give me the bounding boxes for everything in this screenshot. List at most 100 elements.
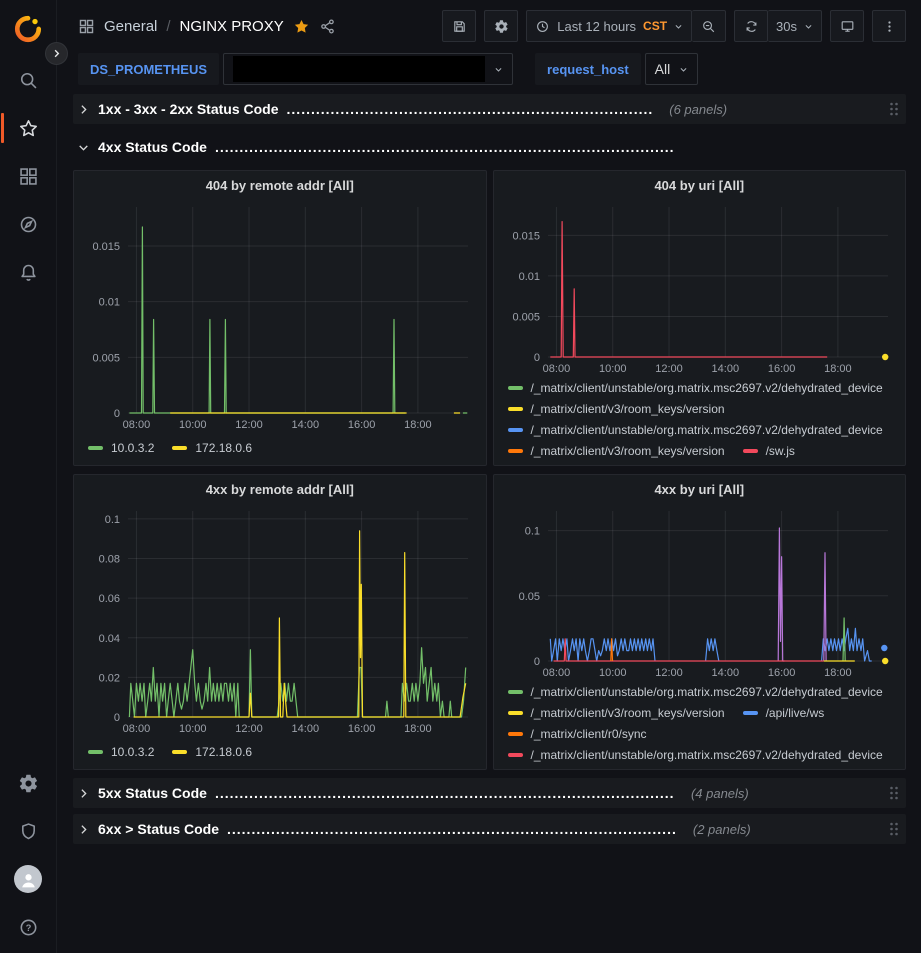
timeseries-chart[interactable]: 08:0010:0012:0014:0016:0018:0000.0050.01… [82, 199, 478, 433]
panel-title[interactable]: 404 by uri [All] [502, 173, 898, 199]
breadcrumb-section[interactable]: General [104, 18, 157, 35]
svg-text:16:00: 16:00 [767, 667, 795, 679]
series-color-swatch [508, 753, 523, 757]
svg-text:12:00: 12:00 [655, 363, 683, 375]
refresh-icon [744, 19, 759, 34]
legend-row: /_matrix/client/unstable/org.matrix.msc2… [508, 681, 898, 702]
row-title: 4xx Status Code [98, 139, 207, 155]
timeseries-chart[interactable]: 08:0010:0012:0014:0016:0018:0000.0050.01… [502, 199, 898, 377]
row-header-6xx[interactable]: 6xx > Status Code ......................… [73, 814, 906, 844]
sidebar-item-server-admin[interactable] [8, 807, 48, 855]
sidebar-item-dashboards[interactable] [8, 152, 48, 200]
svg-text:0.015: 0.015 [512, 230, 540, 242]
svg-text:08:00: 08:00 [123, 723, 151, 735]
row-panel-count: (6 panels) [669, 102, 727, 117]
save-icon [452, 19, 467, 34]
svg-text:18:00: 18:00 [824, 667, 852, 679]
panel-title[interactable]: 4xx by uri [All] [502, 477, 898, 503]
legend-item[interactable]: /_matrix/client/v3/room_keys/version [508, 444, 725, 458]
legend-item[interactable]: /_matrix/client/unstable/org.matrix.msc2… [508, 748, 883, 762]
sidebar-item-help[interactable]: ? [8, 903, 48, 951]
grafana-logo-icon[interactable] [13, 12, 43, 46]
legend-item[interactable]: /_matrix/client/r0/sync [508, 727, 647, 741]
refresh-interval-picker[interactable]: 30s [768, 10, 822, 42]
series-color-swatch [508, 428, 523, 432]
user-avatar [14, 865, 42, 893]
legend-item[interactable]: /_matrix/client/unstable/org.matrix.msc2… [508, 685, 883, 699]
share-icon[interactable] [319, 18, 336, 35]
sidebar-item-profile[interactable] [8, 855, 48, 903]
refresh-button[interactable] [734, 10, 768, 42]
svg-text:10:00: 10:00 [598, 363, 626, 375]
grafana-app: ? General / NGINX PROXY [0, 0, 921, 953]
panel-title[interactable]: 4xx by remote addr [All] [82, 477, 478, 503]
legend-row: /_matrix/client/v3/room_keys/version/api… [508, 702, 898, 723]
svg-text:16:00: 16:00 [348, 419, 376, 431]
chevron-right-icon [77, 787, 90, 800]
series-color-swatch [172, 446, 187, 450]
chevron-down-icon [804, 22, 813, 31]
row-header-5xx[interactable]: 5xx Status Code ........................… [73, 778, 906, 808]
star-icon [18, 118, 39, 139]
legend-item[interactable]: /api/live/ws [743, 706, 825, 720]
dashboards-grid-icon [18, 166, 39, 187]
time-range-picker[interactable]: Last 12 hours CST [526, 10, 692, 42]
svg-text:12:00: 12:00 [235, 723, 263, 735]
svg-text:16:00: 16:00 [348, 723, 376, 735]
svg-text:18:00: 18:00 [404, 419, 432, 431]
drag-handle-icon[interactable] [888, 785, 900, 801]
legend-item[interactable]: /sw.js [743, 444, 795, 458]
compass-icon [18, 214, 39, 235]
series-color-swatch [743, 449, 758, 453]
legend-item[interactable]: 172.18.0.6 [172, 441, 252, 455]
row-title-dots: ........................................… [215, 785, 675, 801]
legend-row: /_matrix/client/v3/room_keys/version [508, 398, 898, 419]
chevron-right-icon [51, 48, 62, 59]
svg-text:0: 0 [533, 352, 539, 364]
legend-item[interactable]: /_matrix/client/unstable/org.matrix.msc2… [508, 381, 883, 395]
legend-item[interactable]: /_matrix/client/v3/room_keys/version [508, 402, 725, 416]
series-color-swatch [508, 732, 523, 736]
cycle-view-mode-button[interactable] [830, 10, 864, 42]
zoom-out-time-button[interactable] [692, 10, 726, 42]
svg-text:18:00: 18:00 [404, 723, 432, 735]
timeseries-chart[interactable]: 08:0010:0012:0014:0016:0018:0000.020.040… [82, 503, 478, 737]
chart-legend: /_matrix/client/unstable/org.matrix.msc2… [502, 377, 898, 463]
legend-item[interactable]: 172.18.0.6 [172, 745, 252, 759]
sidebar-item-explore[interactable] [8, 200, 48, 248]
drag-handle-icon[interactable] [888, 821, 900, 837]
dashboard-title[interactable]: NGINX PROXY [180, 18, 284, 35]
sidebar-item-alerting[interactable] [8, 248, 48, 296]
legend-item[interactable]: 10.0.3.2 [88, 441, 154, 455]
svg-text:14:00: 14:00 [292, 419, 320, 431]
sidebar-expand-button[interactable] [45, 42, 68, 65]
row-header-1xx[interactable]: 1xx - 3xx - 2xx Status Code ............… [73, 94, 906, 124]
dashboard-settings-button[interactable] [484, 10, 518, 42]
row-header-4xx[interactable]: 4xx Status Code ........................… [73, 132, 906, 162]
panel-4xx-by-uri: 4xx by uri [All] 08:0010:0012:0014:0016:… [493, 474, 907, 770]
sidebar-item-starred[interactable] [8, 104, 48, 152]
svg-text:0.05: 0.05 [518, 591, 539, 603]
legend-item[interactable]: /_matrix/client/unstable/org.matrix.msc2… [508, 423, 883, 437]
more-options-button[interactable] [872, 10, 906, 42]
sidebar-item-configuration[interactable] [8, 759, 48, 807]
legend-item[interactable]: /_matrix/client/v3/room_keys/version [508, 706, 725, 720]
bell-icon [18, 262, 39, 283]
svg-text:08:00: 08:00 [123, 419, 151, 431]
apps-grid-icon [78, 18, 95, 35]
sidebar-item-search[interactable] [8, 56, 48, 104]
row-title-dots: ........................................… [215, 139, 675, 155]
timeseries-chart[interactable]: 08:0010:0012:0014:0016:0018:0000.050.1 [502, 503, 898, 681]
drag-handle-icon[interactable] [888, 101, 900, 117]
favorite-star-icon[interactable] [293, 18, 310, 35]
chart-legend: 10.0.3.2 172.18.0.6 [82, 737, 478, 762]
svg-text:10:00: 10:00 [179, 723, 207, 735]
legend-row: 10.0.3.2 172.18.0.6 [88, 437, 478, 458]
legend-item[interactable]: 10.0.3.2 [88, 745, 154, 759]
save-dashboard-button[interactable] [442, 10, 476, 42]
panel-title[interactable]: 404 by remote addr [All] [82, 173, 478, 199]
request-host-variable-select[interactable]: All [645, 53, 699, 85]
datasource-variable-select[interactable] [223, 53, 513, 85]
row-panel-count: (2 panels) [693, 822, 751, 837]
panel-404-by-uri: 404 by uri [All] 08:0010:0012:0014:0016:… [493, 170, 907, 466]
